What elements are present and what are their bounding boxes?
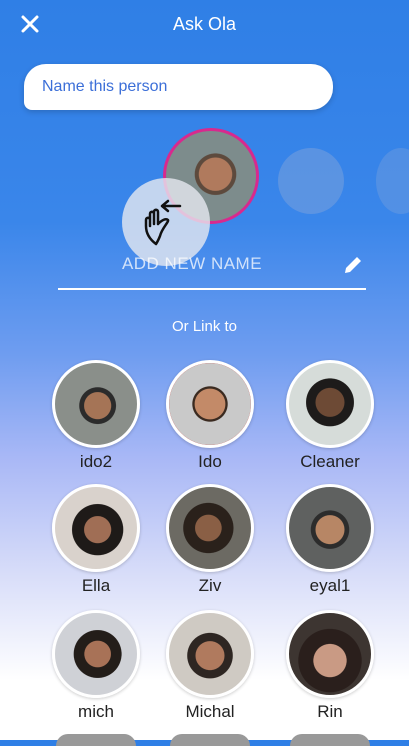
person-ella[interactable]: Ella [48, 484, 144, 596]
person-name: Rin [317, 702, 343, 721]
avatar [286, 360, 374, 448]
avatar [52, 610, 140, 698]
next-face[interactable] [278, 148, 344, 214]
avatar [166, 484, 254, 572]
person-name: Ido [198, 452, 222, 471]
name-prompt-bubble: Name this person [24, 64, 333, 110]
partial-avatar [56, 734, 136, 746]
person-cleaner[interactable]: Cleaner [282, 360, 378, 472]
avatar [166, 610, 254, 698]
add-name-field[interactable]: ADD NEW NAME [58, 248, 366, 290]
person-mich[interactable]: mich [48, 610, 144, 722]
person-ziv[interactable]: Ziv [162, 484, 258, 596]
person-name: Cleaner [300, 452, 360, 471]
avatar [166, 360, 254, 448]
avatar [52, 484, 140, 572]
avatar [286, 610, 374, 698]
next-face-2[interactable] [376, 148, 409, 214]
avatar [52, 360, 140, 448]
partial-avatar [170, 734, 250, 746]
pencil-icon[interactable] [342, 254, 364, 276]
person-name: Ella [81, 576, 111, 595]
person-name: Ziv [198, 576, 222, 595]
person-eyal1[interactable]: eyal1 [282, 484, 378, 596]
header: Ask Ola [0, 0, 409, 52]
person-rin[interactable]: Rin [282, 610, 378, 722]
swipe-hand-icon [144, 199, 182, 246]
name-prompt-text: Name this person [42, 78, 168, 95]
person-name: eyal1 [309, 576, 351, 595]
avatar [286, 484, 374, 572]
link-section-label: Or Link to [171, 318, 238, 335]
person-michal[interactable]: Michal [162, 610, 258, 722]
person-name: ido2 [79, 452, 113, 471]
person-name: mich [78, 702, 114, 721]
person-ido2[interactable]: ido2 [48, 360, 144, 472]
partial-avatar [290, 734, 370, 746]
add-name-placeholder: ADD NEW NAME [121, 254, 263, 273]
person-ido[interactable]: Ido [162, 360, 258, 472]
person-name: Michal [185, 702, 235, 721]
page-title: Ask Ola [172, 14, 237, 34]
